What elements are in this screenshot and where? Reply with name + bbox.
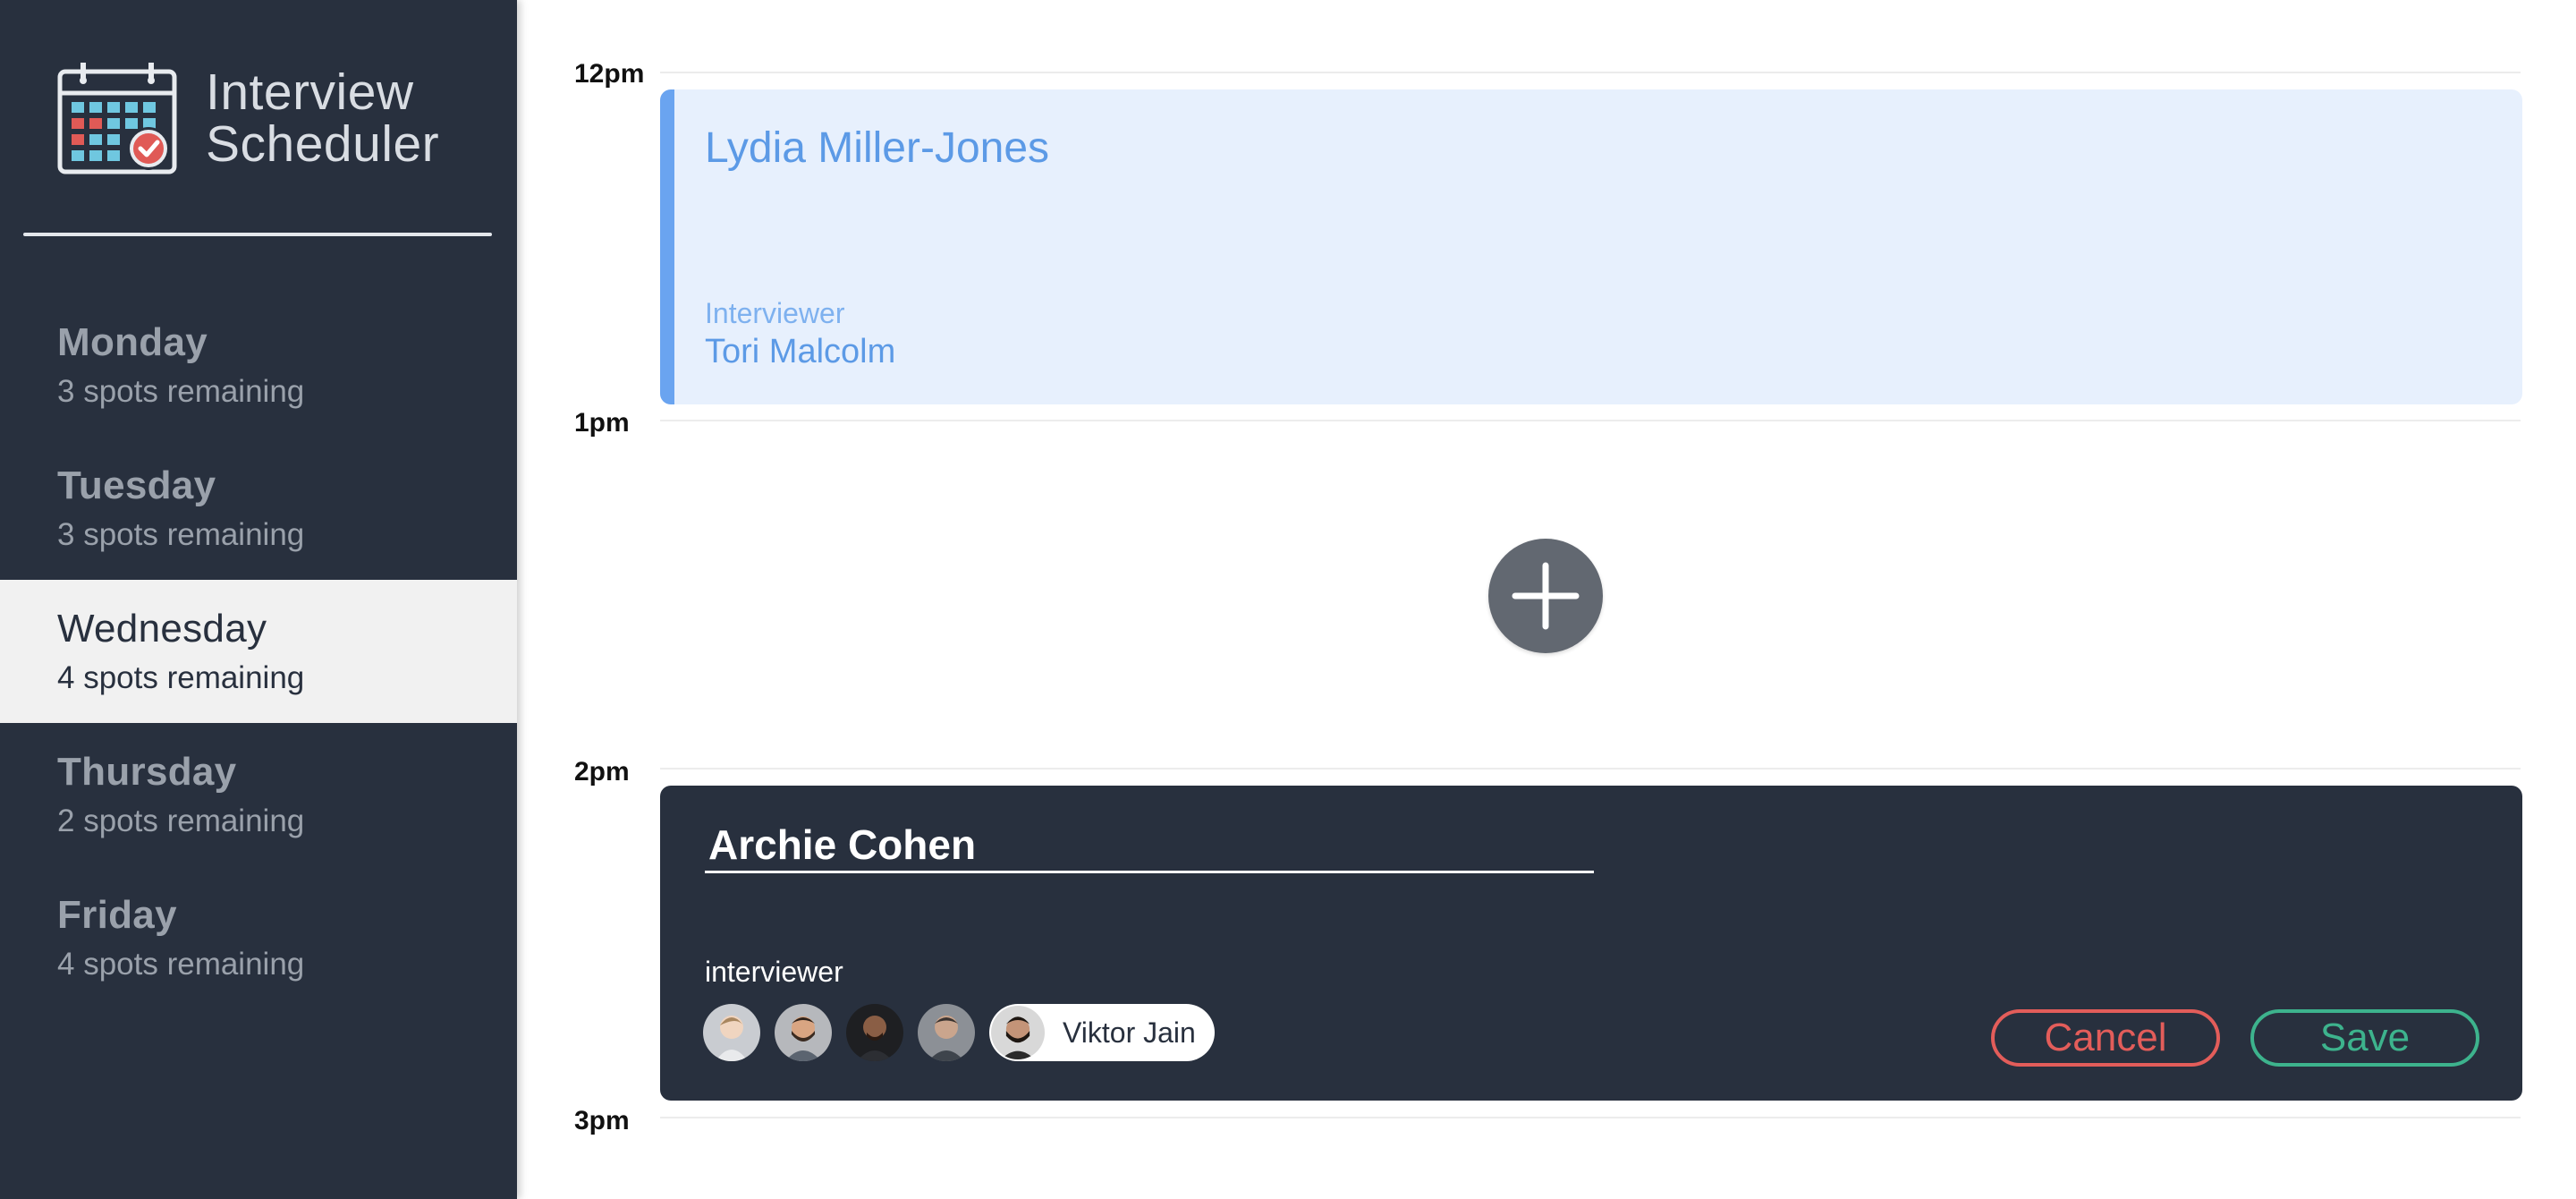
student-name-input[interactable]: [705, 818, 1594, 873]
avatar-2: [775, 1004, 832, 1061]
appointment-form: interviewer: [660, 786, 2522, 1101]
add-appointment-button[interactable]: [1488, 539, 1603, 653]
sidebar-divider: [23, 233, 492, 236]
save-button[interactable]: Save: [2250, 1009, 2479, 1067]
hour-label-1pm: 1pm: [574, 408, 630, 438]
hour-divider: [660, 1117, 2521, 1118]
day-spots: 4 spots remaining: [57, 660, 305, 695]
hour-divider: [660, 420, 2521, 421]
calendar-check-icon: [57, 63, 177, 174]
hour-divider: [660, 768, 2521, 770]
plus-icon: [1512, 562, 1580, 630]
day-item-tuesday[interactable]: Tuesday 3 spots remaining: [0, 437, 517, 580]
appointment-student: Lydia Miller-Jones: [705, 124, 1050, 172]
app-title-line1: Interview: [206, 64, 414, 121]
app-title-line2: Scheduler: [206, 115, 440, 173]
interviewer-label: interviewer: [705, 956, 843, 988]
day-item-wednesday[interactable]: Wednesday 4 spots remaining: [0, 580, 517, 723]
interviewer-avatar[interactable]: [775, 1004, 832, 1061]
day-name: Tuesday: [57, 463, 216, 507]
sidebar: Interview Scheduler Monday 3 spots remai…: [0, 0, 517, 1199]
selected-interviewer[interactable]: Viktor Jain: [989, 1004, 1215, 1061]
day-spots: 4 spots remaining: [57, 947, 305, 982]
appointment-interviewer-label: Interviewer: [705, 297, 845, 329]
day-spots: 3 spots remaining: [57, 374, 305, 409]
day-item-thursday[interactable]: Thursday 2 spots remaining: [0, 723, 517, 866]
hour-label-12pm: 12pm: [574, 59, 645, 89]
day-item-friday[interactable]: Friday 4 spots remaining: [0, 866, 517, 1009]
schedule: 12pm Lydia Miller-Jones Interviewer Tori…: [517, 0, 2576, 1199]
avatar-4: [918, 1004, 975, 1061]
selected-interviewer-name: Viktor Jain: [1063, 1016, 1196, 1049]
cancel-button[interactable]: Cancel: [1991, 1009, 2220, 1067]
day-spots: 2 spots remaining: [57, 804, 305, 838]
selected-interviewer-avatar: [991, 1006, 1045, 1059]
avatar-5: [991, 1006, 1045, 1059]
day-list: Monday 3 spots remaining Tuesday 3 spots…: [0, 293, 517, 1009]
interviewer-avatar[interactable]: [703, 1004, 760, 1061]
appointment-card[interactable]: Lydia Miller-Jones Interviewer Tori Malc…: [660, 89, 2522, 404]
day-spots: 3 spots remaining: [57, 517, 305, 552]
app-title: Interview Scheduler: [206, 66, 439, 170]
interviewer-avatar[interactable]: [918, 1004, 975, 1061]
hour-label-2pm: 2pm: [574, 757, 630, 787]
day-name: Friday: [57, 893, 177, 937]
day-item-monday[interactable]: Monday 3 spots remaining: [0, 293, 517, 437]
brand: Interview Scheduler: [57, 63, 487, 179]
day-name: Wednesday: [57, 607, 267, 651]
day-name: Thursday: [57, 750, 237, 794]
appointment-accent: [660, 89, 674, 404]
hour-label-3pm: 3pm: [574, 1106, 630, 1135]
avatar-1: [703, 1004, 760, 1061]
interviewer-avatar[interactable]: [846, 1004, 903, 1061]
appointment-interviewer: Tori Malcolm: [705, 333, 896, 370]
avatar-3: [846, 1004, 903, 1061]
hour-divider: [660, 72, 2521, 73]
day-name: Monday: [57, 320, 208, 364]
